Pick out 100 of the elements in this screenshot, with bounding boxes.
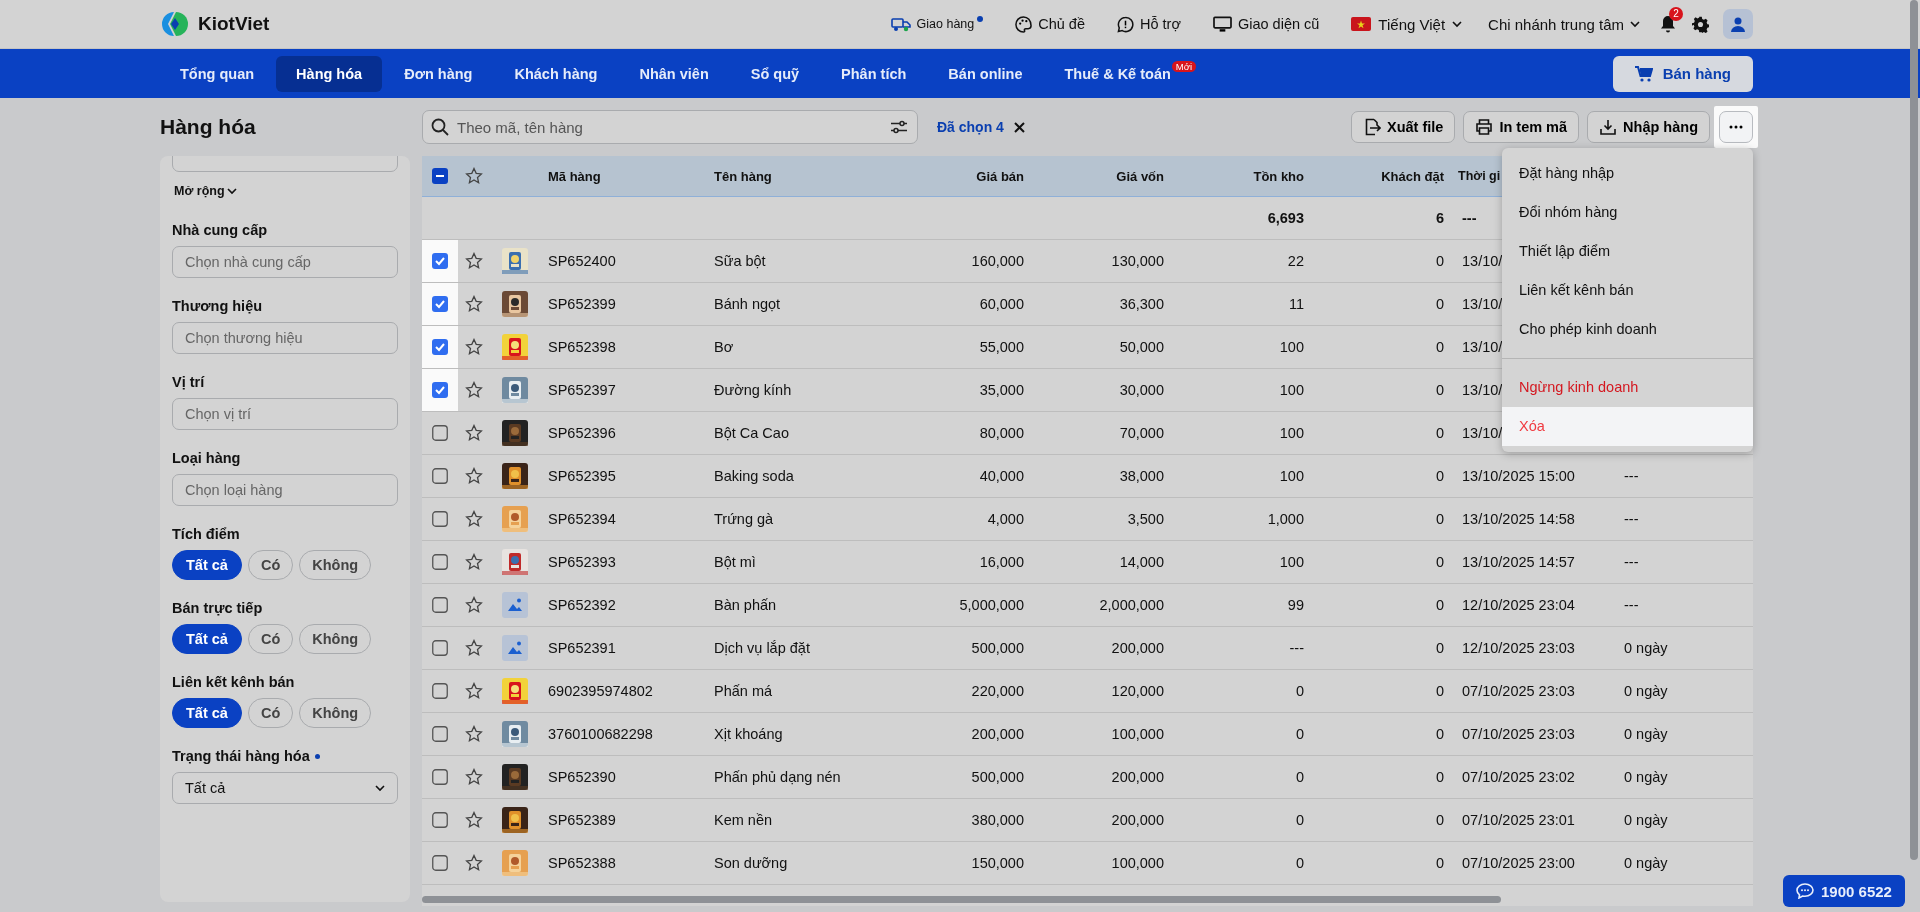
truck-icon xyxy=(890,16,911,32)
star-icon[interactable] xyxy=(465,854,483,872)
filter-chip[interactable]: Tất cả xyxy=(172,698,242,728)
scrollbar[interactable] xyxy=(1910,0,1918,860)
row-checkbox[interactable] xyxy=(432,382,448,398)
star-icon[interactable] xyxy=(465,682,483,700)
expand-link[interactable]: Mở rộng xyxy=(174,184,237,198)
row-checkbox[interactable] xyxy=(432,425,448,441)
toolbar-button[interactable]: Nhập hàng xyxy=(1587,111,1710,143)
bell-icon[interactable] xyxy=(1660,15,1676,33)
header-link[interactable]: Giao hàng xyxy=(890,16,984,32)
table-cell: SP652396 xyxy=(548,425,616,441)
star-icon[interactable] xyxy=(465,639,483,657)
row-checkbox[interactable] xyxy=(432,597,448,613)
chevron-down-icon xyxy=(375,784,385,792)
menu-item[interactable]: Xóa xyxy=(1502,407,1753,446)
table-cell: 100 xyxy=(1279,425,1304,441)
filter-chip[interactable]: Tất cả xyxy=(172,624,242,654)
menu-item[interactable]: Liên kết kênh bán xyxy=(1502,271,1753,310)
column-header[interactable]: Giá vốn xyxy=(1116,168,1164,184)
settings-icon[interactable] xyxy=(1692,15,1709,33)
star-icon[interactable] xyxy=(465,553,483,571)
column-header[interactable]: Mã hàng xyxy=(548,168,601,184)
row-checkbox[interactable] xyxy=(432,812,448,828)
menu-item[interactable]: Thiết lập điểm xyxy=(1502,232,1753,271)
filter-chip[interactable]: Tất cả xyxy=(172,550,242,580)
table-cell: 0 xyxy=(1295,812,1304,828)
header-link[interactable]: Chủ đề xyxy=(1015,15,1085,33)
filter-field[interactable]: Chọn vị trí xyxy=(172,398,398,430)
scrollbar[interactable] xyxy=(422,896,1501,903)
toolbar-button[interactable]: Xuất file xyxy=(1351,111,1456,143)
menu-item[interactable]: Cho phép kinh doanh xyxy=(1502,310,1753,349)
toolbar-button[interactable]: In tem mã xyxy=(1463,111,1580,143)
nav-tab[interactable]: Thuế & Kế toán $^{Mới}$ xyxy=(1044,55,1217,92)
row-checkbox[interactable] xyxy=(432,554,448,570)
nav-tab[interactable]: Sổ quỹ xyxy=(730,55,820,92)
star-icon[interactable] xyxy=(465,596,483,614)
search-field[interactable]: Theo mã, tên hàng xyxy=(422,110,918,144)
filter-label: Vị trí xyxy=(172,374,206,390)
row-checkbox[interactable] xyxy=(432,511,448,527)
nav-tab[interactable]: Tổng quan xyxy=(160,55,275,92)
avatar[interactable] xyxy=(1723,9,1753,39)
row-checkbox[interactable] xyxy=(432,339,448,355)
star-icon[interactable] xyxy=(465,768,483,786)
filter-field[interactable]: Chọn loại hàng xyxy=(172,474,398,506)
column-header[interactable]: Thời gi xyxy=(1458,169,1501,183)
select-all-checkbox[interactable] xyxy=(432,168,448,184)
menu-item[interactable]: Đặt hàng nhập xyxy=(1502,154,1753,193)
menu-item[interactable]: Đổi nhóm hàng xyxy=(1502,193,1753,232)
nav-tab[interactable]: Hàng hóa xyxy=(276,55,383,92)
row-checkbox[interactable] xyxy=(432,640,448,656)
nav-tab[interactable]: Khách hàng xyxy=(494,55,618,92)
star-icon[interactable] xyxy=(465,467,483,485)
star-icon[interactable] xyxy=(465,811,483,829)
table-cell: 100,000 xyxy=(1111,726,1164,742)
close-icon[interactable] xyxy=(1013,121,1025,133)
column-header[interactable]: Tồn kho xyxy=(1253,168,1304,184)
sell-button[interactable]: Bán hàng xyxy=(1612,55,1753,92)
table-cell: 0 xyxy=(1435,425,1444,441)
language-selector[interactable]: Tiếng Việt xyxy=(1351,15,1463,33)
filter-field[interactable]: Chọn nhà cung cấp xyxy=(172,246,398,278)
nav-tab[interactable]: Bán online xyxy=(928,55,1043,92)
star-icon[interactable] xyxy=(465,424,483,442)
chat-bubble-icon xyxy=(1117,15,1134,33)
table-cell: Xịt khoáng xyxy=(714,726,783,742)
row-checkbox[interactable] xyxy=(432,296,448,312)
nav-tab[interactable]: Đơn hàng xyxy=(384,55,493,92)
star-icon[interactable] xyxy=(465,252,483,270)
table-cell: --- xyxy=(1624,511,1639,527)
branch-selector[interactable]: Chi nhánh trung tâm xyxy=(1488,15,1640,33)
hotline-button[interactable]: 1900 6522 xyxy=(1783,875,1905,907)
selection-count-link[interactable]: Đã chọn 4 xyxy=(937,119,1004,135)
star-icon[interactable] xyxy=(465,381,483,399)
table-cell: 07/10/2025 23:03 xyxy=(1462,683,1575,699)
filter-field[interactable]: Chọn thương hiệu xyxy=(172,322,398,354)
menu-item[interactable]: Ngừng kinh doanh xyxy=(1502,368,1753,407)
table-cell: Bánh ngọt xyxy=(714,296,781,312)
star-icon[interactable] xyxy=(465,338,483,356)
table-cell: 4,000 xyxy=(987,511,1024,527)
star-icon[interactable] xyxy=(465,725,483,743)
header-link[interactable]: Hỗ trợ xyxy=(1117,15,1181,33)
row-checkbox[interactable] xyxy=(432,855,448,871)
row-checkbox[interactable] xyxy=(432,253,448,269)
filter-icon[interactable] xyxy=(890,120,908,134)
column-header[interactable]: Giá bán xyxy=(976,168,1024,184)
star-icon[interactable] xyxy=(465,510,483,528)
table-cell: SP652392 xyxy=(548,597,616,613)
notification-badge: 2 xyxy=(1669,7,1683,21)
row-checkbox[interactable] xyxy=(432,683,448,699)
column-header[interactable]: Khách đặt xyxy=(1381,168,1444,184)
column-header[interactable]: Tên hàng xyxy=(714,168,772,184)
nav-tab[interactable]: Nhân viên xyxy=(619,55,729,92)
row-checkbox[interactable] xyxy=(432,468,448,484)
nav-tab[interactable]: Phân tích xyxy=(821,55,927,92)
star-icon[interactable] xyxy=(465,167,483,185)
status-select[interactable]: Tất cả xyxy=(172,772,398,804)
header-link[interactable]: Giao diện cũ xyxy=(1212,15,1320,33)
row-checkbox[interactable] xyxy=(432,769,448,785)
row-checkbox[interactable] xyxy=(432,726,448,742)
star-icon[interactable] xyxy=(465,295,483,313)
